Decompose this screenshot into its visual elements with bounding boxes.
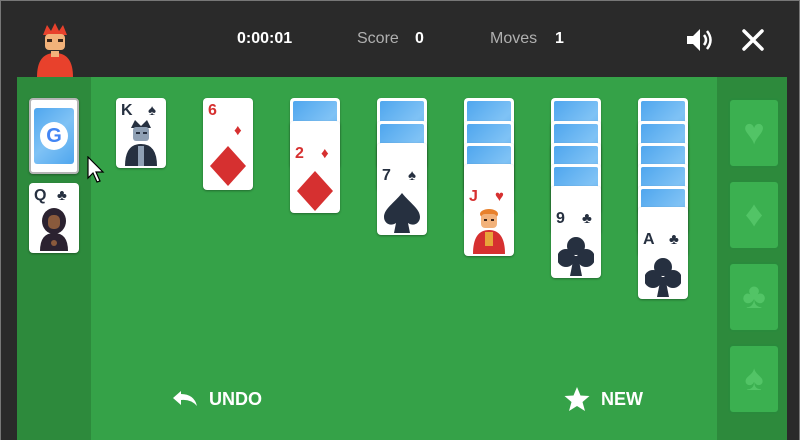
new-game-button[interactable]: NEW <box>563 385 643 413</box>
card-suit: ♣ <box>582 210 592 227</box>
undo-icon <box>173 391 197 406</box>
mouse-cursor-icon <box>87 156 105 183</box>
card-suit: ♦ <box>234 122 242 139</box>
card-rank: 7 <box>382 167 391 184</box>
heart-icon: ♥ <box>743 111 765 152</box>
score-label: Score <box>357 30 399 47</box>
card-rank: A <box>643 231 655 248</box>
diamond-icon: ♦ <box>744 193 764 234</box>
card-suit: ♣ <box>669 231 679 248</box>
club-pip-icon <box>558 237 594 276</box>
queen-face-icon <box>40 208 68 251</box>
club-pip-icon <box>645 258 681 297</box>
google-logo-icon: G <box>40 122 68 150</box>
solitaire-window: 0:00:01 Score 0 Moves 1 G Q ♣ K ♠ 6 ♦ 2 … <box>0 0 800 442</box>
waste-card[interactable]: Q ♣ <box>29 183 79 253</box>
top-bar: 0:00:01 Score 0 Moves 1 <box>1 1 799 77</box>
card-rank: 6 <box>208 102 217 119</box>
card-rank: 2 <box>295 145 304 162</box>
tableau-card-6[interactable]: 9 ♣ <box>551 186 601 278</box>
club-icon: ♣ <box>742 275 766 316</box>
tableau-card-7[interactable]: A ♣ <box>638 207 688 299</box>
foundation-hearts[interactable]: ♥ <box>728 98 780 168</box>
page-bottom-strip <box>0 440 804 444</box>
undo-button[interactable]: UNDO <box>171 385 262 413</box>
card-suit: ♦ <box>321 145 329 162</box>
moves-value: 1 <box>555 30 564 47</box>
player-avatar-icon <box>37 23 73 77</box>
spade-icon: ♠ <box>744 357 764 398</box>
new-label: NEW <box>601 388 643 409</box>
card-suit: ♣ <box>57 187 67 204</box>
diamond-pip-icon <box>297 171 333 211</box>
card-rank: Q <box>34 187 47 204</box>
jack-face-icon <box>473 209 505 254</box>
tableau-card-2[interactable]: 6 ♦ <box>203 98 253 190</box>
moves-label: Moves <box>490 30 538 47</box>
tableau-card-3[interactable]: 2 ♦ <box>290 121 340 213</box>
stock-pile[interactable]: G <box>29 98 79 174</box>
foundation-spades[interactable]: ♠ <box>728 344 780 414</box>
timer: 0:00:01 <box>237 30 293 47</box>
king-face-icon <box>125 120 157 166</box>
card-rank: J <box>469 188 478 205</box>
tableau-card-5[interactable]: J ♥ <box>464 164 514 256</box>
score-value: 0 <box>415 30 424 47</box>
undo-label: UNDO <box>209 388 262 409</box>
volume-icon[interactable] <box>683 24 715 56</box>
tableau-card-4[interactable]: 7 ♠ <box>377 143 427 235</box>
card-suit: ♥ <box>495 188 504 205</box>
foundation-clubs[interactable]: ♣ <box>728 262 780 332</box>
spade-pip-icon <box>384 193 420 233</box>
card-suit: ♠ <box>408 167 416 184</box>
card-rank: 9 <box>556 210 565 227</box>
tableau-card-1[interactable]: K ♠ <box>116 98 166 168</box>
diamond-pip-icon <box>210 146 246 186</box>
star-icon <box>564 387 590 411</box>
foundation-diamonds[interactable]: ♦ <box>728 180 780 250</box>
close-icon[interactable] <box>737 24 769 56</box>
